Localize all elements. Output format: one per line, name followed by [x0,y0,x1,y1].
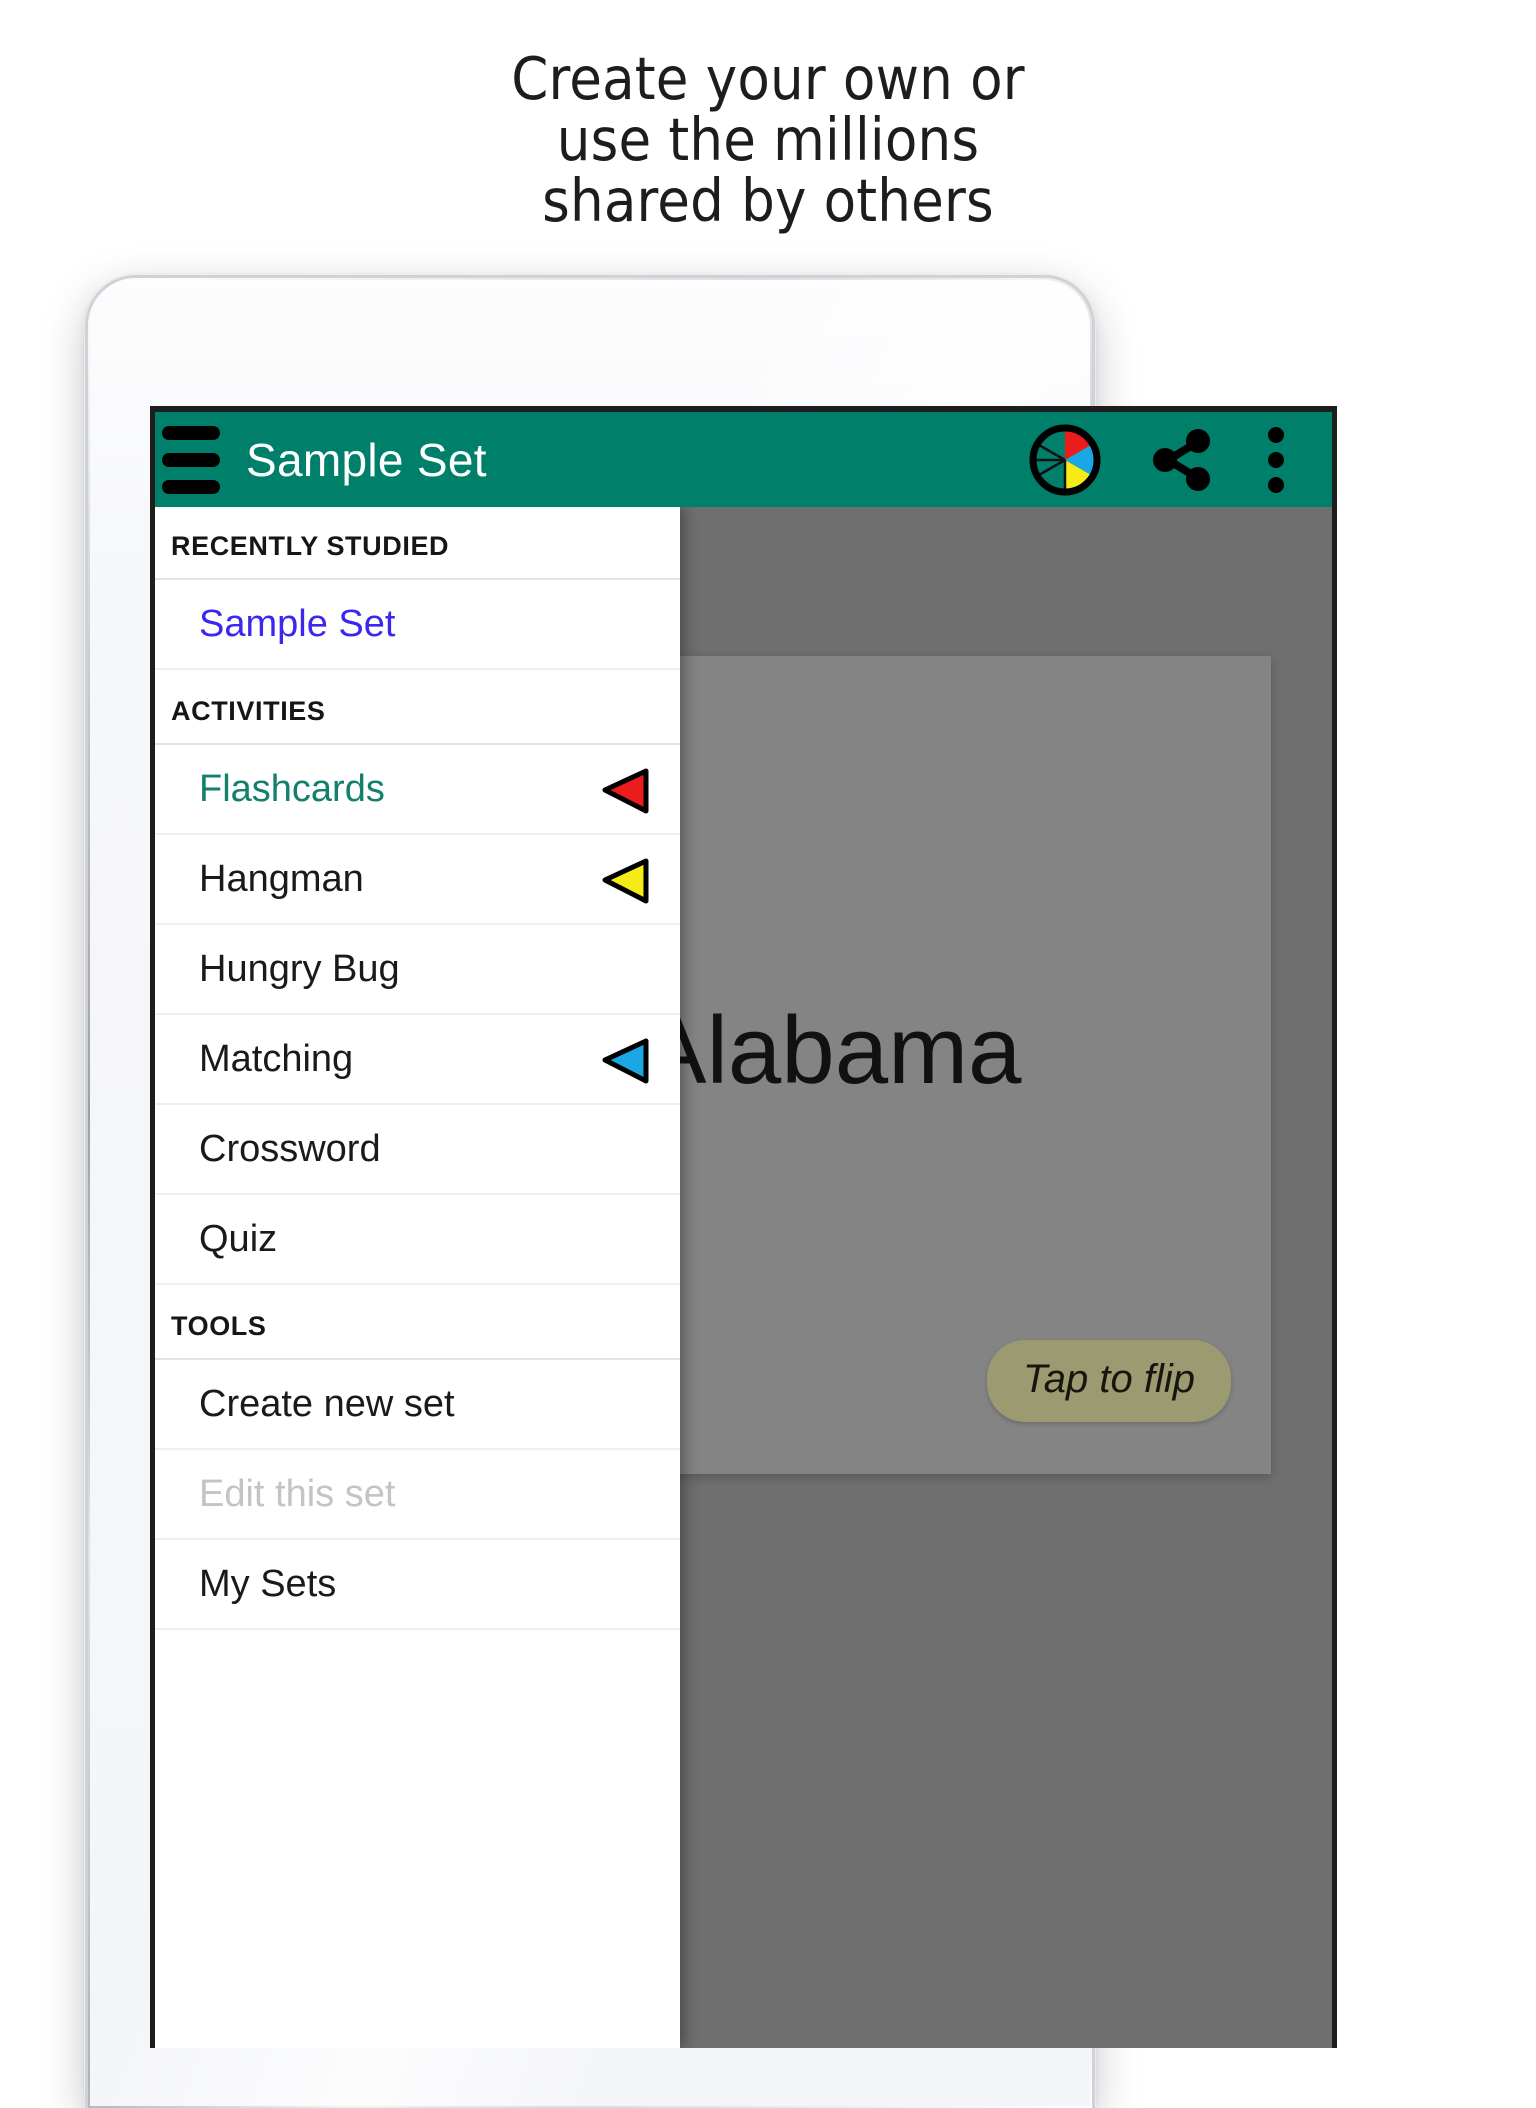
drawer-item-matching[interactable]: Matching [155,1015,680,1105]
drawer-item-label: Hungry Bug [199,947,400,990]
more-vertical-icon[interactable] [1262,426,1290,493]
hamburger-menu-icon[interactable] [162,425,220,494]
drawer-item-label: Quiz [199,1217,278,1260]
headline-line-1: Create your own or [511,44,1025,113]
drawer-section-header-recently-studied: RECENTLY STUDIED [155,507,680,580]
headline-line-2: use the millions [556,105,980,174]
drawer-item-label: My Sets [199,1562,337,1605]
drawer-item-label: Create new set [199,1382,455,1425]
drawer-item-my-sets[interactable]: My Sets [155,1540,680,1630]
drawer-item-hungry-bug[interactable]: Hungry Bug [155,925,680,1015]
drawer-item-label: Flashcards [199,767,385,810]
app-screen: State Alabama Tap to flip RECENTLY STUDI… [150,406,1337,2048]
app-bar: Sample Set [155,412,1332,507]
drawer-item-create-new-set[interactable]: Create new set [155,1360,680,1450]
page-title: Create your own or use the millions shar… [0,48,1536,231]
app-bar-actions [1028,423,1290,497]
drawer-item-label: Matching [199,1037,354,1080]
navigation-drawer[interactable]: RECENTLY STUDIED Sample Set ACTIVITIES F… [155,507,680,2048]
drawer-item-quiz[interactable]: Quiz [155,1195,680,1285]
drawer-item-label: Sample Set [199,602,396,645]
app-bar-title: Sample Set [246,433,487,486]
tap-to-flip-button[interactable]: Tap to flip [987,1340,1231,1422]
drawer-item-hangman[interactable]: Hangman [155,835,680,925]
drawer-section-header-activities: ACTIVITIES [155,670,680,745]
drawer-item-label: Crossword [199,1127,381,1170]
drawer-item-flashcards[interactable]: Flashcards [155,745,680,835]
drawer-item-sample-set[interactable]: Sample Set [155,580,680,670]
wedge-red-icon [600,763,652,815]
wedge-yellow-icon [600,853,652,905]
drawer-item-crossword[interactable]: Crossword [155,1105,680,1195]
color-wheel-icon[interactable] [1028,423,1102,497]
drawer-item-label: Edit this set [199,1472,396,1515]
drawer-item-label: Hangman [199,857,364,900]
wedge-blue-icon [600,1033,652,1085]
share-icon[interactable] [1146,424,1218,496]
drawer-section-header-tools: TOOLS [155,1285,680,1360]
drawer-item-edit-this-set: Edit this set [155,1450,680,1540]
headline-line-3: shared by others [542,166,994,235]
